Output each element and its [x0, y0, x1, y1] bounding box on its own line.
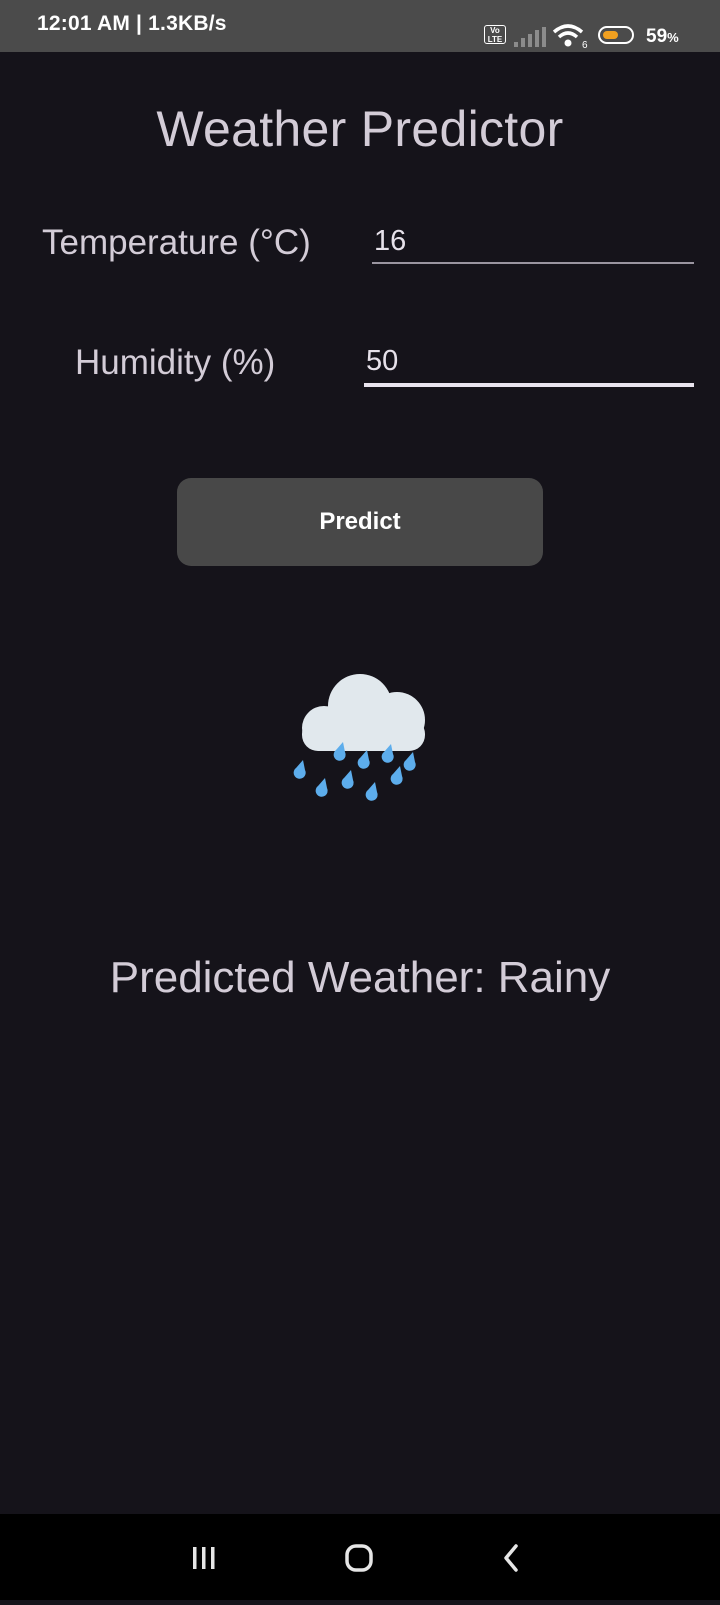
recents-button[interactable] — [154, 1514, 254, 1600]
status-time: 12:01 AM | 1.3KB/s — [37, 12, 227, 35]
recents-icon — [193, 1547, 215, 1569]
cloud-rain-icon — [293, 674, 425, 801]
back-button[interactable] — [464, 1514, 564, 1600]
temperature-label: Temperature (°C) — [42, 223, 311, 262]
back-icon — [504, 1544, 518, 1572]
humidity-input[interactable] — [364, 340, 694, 387]
signal-icon — [514, 27, 546, 47]
status-bar: 12:01 AM | 1.3KB/s Vo LTE 6 59% — [0, 0, 720, 52]
page-title: Weather Predictor — [156, 101, 564, 157]
humidity-label: Humidity (%) — [75, 343, 276, 382]
battery-fill — [603, 31, 618, 39]
predict-button[interactable]: Predict — [177, 478, 543, 566]
volte-icon: Vo LTE — [484, 25, 506, 44]
battery-icon — [598, 26, 634, 44]
battery-percent: 59% — [646, 26, 679, 47]
home-icon — [345, 1544, 373, 1572]
cloud-shape — [302, 674, 425, 751]
prediction-result: Predicted Weather: Rainy — [0, 953, 720, 1003]
result-prefix: Predicted Weather: — [109, 953, 498, 1002]
navigation-bar — [0, 1514, 720, 1600]
wifi-icon: 6 — [552, 24, 588, 48]
result-value: Rainy — [497, 953, 611, 1002]
wifi-badge: 6 — [582, 40, 588, 48]
temperature-input[interactable] — [372, 220, 694, 264]
home-button[interactable] — [310, 1514, 410, 1600]
